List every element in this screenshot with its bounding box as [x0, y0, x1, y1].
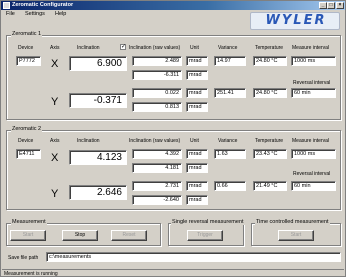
measure-interval-header-2: Measure interval [292, 138, 329, 144]
minimize-button[interactable]: _ [319, 2, 327, 9]
zm2-x-temperature: 23.43 °C [253, 149, 287, 159]
minimize-icon: _ [321, 2, 325, 8]
logo-text: WYLER [265, 13, 327, 28]
axis-header-2: Axis [50, 138, 60, 144]
inclination-raw-header-2: Inclination (raw values) [129, 138, 181, 144]
variance-header: Variance [218, 45, 238, 51]
zm2-y-raw2: -2.640 [132, 195, 182, 205]
save-path-label: Save file path [8, 255, 39, 261]
variance-header-2: Variance [218, 138, 238, 144]
zm1-x-unit1: mrad [186, 56, 208, 66]
inclination-header-2: Inclination [77, 138, 100, 144]
zm2-x-unit2: mrad [186, 163, 208, 173]
zm1-y-axis-label: Y [51, 96, 59, 108]
zm2-x-raw1: 4.392 [132, 149, 182, 159]
menu-file[interactable]: File [6, 11, 15, 17]
zm1-y-unit2: mrad [186, 102, 208, 112]
zm2-y-unit1: mrad [186, 181, 208, 191]
zm1-x-inclination: 6.900 [69, 56, 127, 71]
zm2-x-variance: 1.63 [214, 149, 246, 159]
close-button[interactable]: × [336, 2, 344, 9]
unit-header: Unit [190, 45, 199, 51]
zm1-y-inclination: -0.371 [69, 93, 127, 108]
unit-header-2: Unit [190, 138, 199, 144]
app-icon [3, 2, 10, 9]
status-text: Measurement is running [4, 271, 58, 277]
device-header: Device [18, 45, 34, 51]
reversal-interval-header-2: Reversal interval [293, 171, 331, 177]
maximize-button[interactable]: □ [327, 2, 335, 9]
zm2-reversal-interval[interactable]: 60 min [291, 181, 336, 191]
zm2-device-field[interactable]: E4711 [16, 149, 41, 159]
zm1-y-raw2: 0.813 [132, 102, 182, 112]
maximize-icon: □ [329, 2, 333, 8]
status-bar: Measurement is running [2, 269, 344, 277]
zm2-y-unit2: mrad [186, 195, 208, 205]
zm2-x-raw2: 4.181 [132, 163, 182, 173]
zm1-measure-interval[interactable]: 1000 ms [291, 56, 336, 66]
reversal-interval-header: Reversal interval [293, 80, 331, 86]
zm1-x-axis-label: X [51, 58, 59, 70]
stop-button[interactable]: Stop [62, 230, 98, 241]
wyler-logo: WYLER [250, 12, 340, 30]
zeromatic1-title: Zeromatic 1 [11, 31, 43, 37]
window-title: Zeromatic Configurator [12, 2, 74, 8]
zm1-y-variance: 251.41 [214, 88, 246, 98]
measure-interval-header: Measure interval [292, 45, 329, 51]
save-path-field[interactable]: c:\measurements [46, 252, 341, 262]
axis-header: Axis [50, 45, 60, 51]
zm1-x-raw1: 2.489 [132, 56, 182, 66]
title-bar[interactable]: Zeromatic Configurator [1, 1, 345, 10]
zm1-reversal-interval[interactable]: 60 min [291, 88, 336, 98]
single-reversal-title: Single reversal measurement [171, 219, 245, 225]
zm1-x-unit2: mrad [186, 70, 208, 80]
zm1-x-raw2: -6.311 [132, 70, 182, 80]
trigger-button[interactable]: Trigger [187, 230, 223, 241]
device-header-2: Device [18, 138, 34, 144]
close-icon: × [338, 2, 342, 8]
measurement-title: Measurement [11, 219, 47, 225]
zm1-x-temperature: 24.80 °C [253, 56, 287, 66]
zm2-x-unit1: mrad [186, 149, 208, 159]
time-controlled-title: Time controlled measurement [255, 219, 330, 225]
zm2-y-temperature: 21.49 °C [253, 181, 287, 191]
time-start-button[interactable]: Start [278, 230, 314, 241]
menu-settings[interactable]: Settings [25, 11, 45, 17]
zm1-device-field[interactable]: P7772 [16, 56, 41, 66]
menu-help[interactable]: Help [55, 11, 66, 17]
reset-button[interactable]: Reset [111, 230, 147, 241]
raw-values-checkbox[interactable]: ✓ [120, 44, 126, 50]
zm2-y-inclination: 2.646 [69, 185, 127, 200]
zm2-x-axis-label: X [51, 152, 59, 164]
start-button[interactable]: Start [10, 230, 46, 241]
zm1-y-temperature: 24.80 °C [253, 88, 287, 98]
zm2-y-axis-label: Y [51, 188, 59, 200]
zm2-measure-interval[interactable]: 1000 ms [291, 149, 336, 159]
zm1-y-raw1: 0.022 [132, 88, 182, 98]
zm2-y-variance: 0.66 [214, 181, 246, 191]
inclination-header: Inclination [77, 45, 100, 51]
temperature-header-2: Temperature [255, 138, 284, 144]
zm2-x-inclination: 4.123 [69, 150, 127, 165]
zm1-y-unit1: mrad [186, 88, 208, 98]
temperature-header: Temperature [255, 45, 284, 51]
zm2-y-raw1: 2.731 [132, 181, 182, 191]
inclination-raw-header: Inclination (raw values) [129, 45, 181, 51]
app-window: Zeromatic Configurator _ □ × File Settin… [0, 0, 346, 277]
zm1-x-variance: 14.97 [214, 56, 246, 66]
zeromatic2-title: Zeromatic 2 [11, 126, 43, 132]
